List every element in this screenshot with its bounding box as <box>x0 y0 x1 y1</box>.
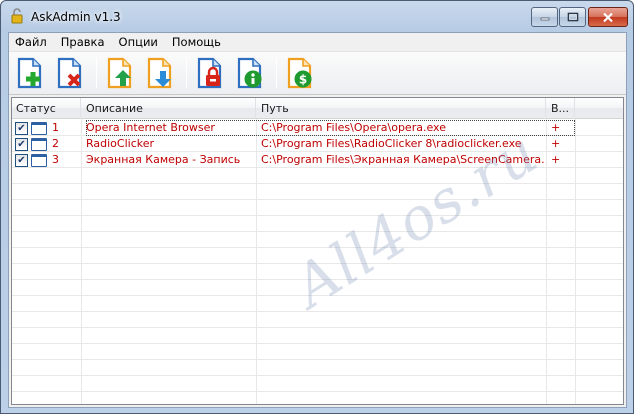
row-path: C:\Program Files\Экранная Камера\ScreenC… <box>261 153 544 166</box>
list-header: Статус Описание Путь В... <box>12 98 623 119</box>
menu-file[interactable]: Файл <box>9 33 54 52</box>
row-checkbox[interactable]: ✔ <box>15 154 28 167</box>
toolbar-separator <box>96 58 97 88</box>
row-number: 2 <box>52 137 59 150</box>
grid-line <box>12 391 623 392</box>
grid-line <box>12 311 623 312</box>
info-button[interactable] <box>232 55 268 91</box>
close-button[interactable] <box>588 7 628 27</box>
dollar-file-icon: $ <box>287 57 312 89</box>
add-file-icon <box>17 57 42 89</box>
menu-options[interactable]: Опции <box>112 33 165 52</box>
row-description: Opera Internet Browser <box>86 121 215 134</box>
row-description: Экранная Камера - Запись <box>86 153 241 166</box>
window-status-icon <box>31 154 47 167</box>
delete-file-icon <box>57 57 82 89</box>
menu-edit[interactable]: Правка <box>54 33 112 52</box>
move-up-button[interactable] <box>102 55 138 91</box>
toolbar-separator <box>186 58 187 88</box>
lock-file-icon <box>197 57 222 89</box>
app-window: AskAdmin v1.3 Файл Правка Опции Помощь $… <box>0 0 634 414</box>
donate-button[interactable]: $ <box>282 55 318 91</box>
toolbar: $ <box>9 52 626 95</box>
grid-line <box>12 231 623 232</box>
grid-line <box>12 279 623 280</box>
row-path: C:\Program Files\Opera\opera.exe <box>261 121 446 134</box>
table-row[interactable]: ✔ 1 Opera Internet Browser C:\Program Fi… <box>12 120 623 136</box>
move-up-icon <box>107 57 132 89</box>
row-checkbox[interactable]: ✔ <box>15 138 28 151</box>
maximize-button[interactable] <box>559 7 586 27</box>
row-number: 3 <box>52 153 59 166</box>
minimize-button[interactable] <box>531 7 558 27</box>
row-flag: + <box>551 121 561 134</box>
client-area: Файл Правка Опции Помощь $ Статус Описан… <box>8 32 627 408</box>
remove-program-button[interactable] <box>52 55 88 91</box>
lock-app-icon <box>11 8 23 24</box>
column-path[interactable]: Путь <box>256 98 546 119</box>
grid-line <box>12 327 623 328</box>
title-bar[interactable]: AskAdmin v1.3 <box>1 1 633 32</box>
grid-line <box>12 215 623 216</box>
row-checkbox[interactable]: ✔ <box>15 122 28 135</box>
block-button[interactable] <box>192 55 228 91</box>
grid-line <box>12 199 623 200</box>
grid-line <box>12 295 623 296</box>
close-icon <box>603 12 613 22</box>
grid-line <box>12 359 623 360</box>
grid-line <box>12 343 623 344</box>
menu-bar: Файл Правка Опции Помощь <box>9 33 626 52</box>
info-file-icon <box>237 57 262 89</box>
column-extra[interactable]: В... <box>546 98 575 119</box>
table-row[interactable]: ✔ 2 RadioClicker C:\Program Files\RadioC… <box>12 136 623 152</box>
row-description: RadioClicker <box>86 137 155 150</box>
move-down-button[interactable] <box>142 55 178 91</box>
column-description[interactable]: Описание <box>81 98 256 119</box>
menu-help[interactable]: Помощь <box>165 33 228 52</box>
window-title: AskAdmin v1.3 <box>31 10 121 24</box>
svg-text:$: $ <box>299 73 307 87</box>
table-row[interactable]: ✔ 3 Экранная Камера - Запись C:\Program … <box>12 152 623 168</box>
row-number: 1 <box>52 121 59 134</box>
row-flag: + <box>551 137 561 150</box>
program-list[interactable]: Статус Описание Путь В... ✔ 1 Opera Inte… <box>11 97 624 405</box>
window-status-icon <box>31 122 47 135</box>
column-status[interactable]: Статус <box>12 98 81 119</box>
grid-line <box>12 263 623 264</box>
grid-line <box>12 247 623 248</box>
grid-line <box>12 375 623 376</box>
toolbar-separator <box>276 58 277 88</box>
maximize-icon <box>567 12 578 22</box>
add-program-button[interactable] <box>12 55 48 91</box>
row-path: C:\Program Files\RadioClicker 8\radiocli… <box>261 137 522 150</box>
grid-line <box>12 183 623 184</box>
row-flag: + <box>551 153 561 166</box>
move-down-icon <box>147 57 172 89</box>
minimize-icon <box>540 17 549 21</box>
window-status-icon <box>31 138 47 151</box>
